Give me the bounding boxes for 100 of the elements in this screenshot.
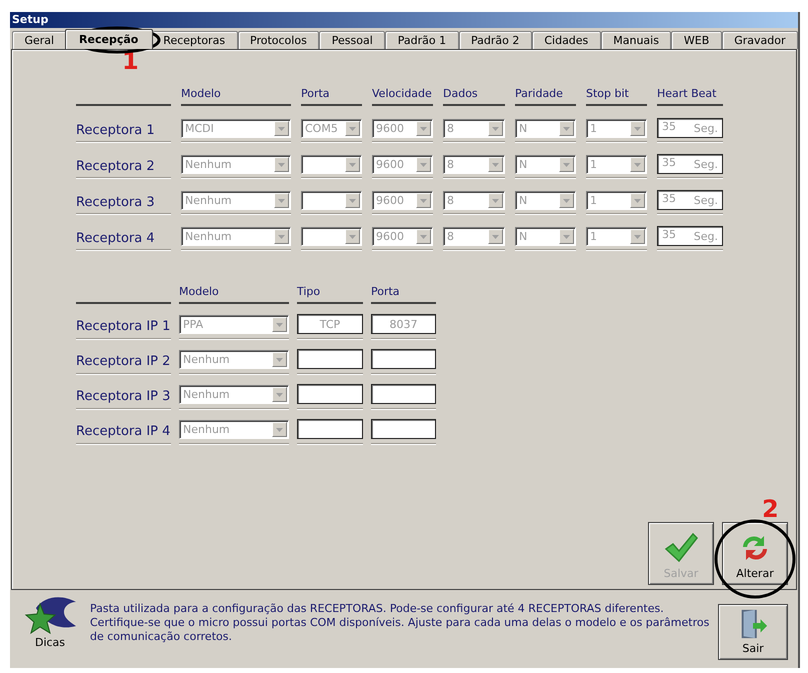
dropdown[interactable]: 1 bbox=[586, 227, 647, 246]
dropdown[interactable]: 9600 bbox=[372, 155, 433, 174]
tab[interactable]: Gravador bbox=[722, 31, 798, 49]
check-icon bbox=[663, 531, 699, 565]
tab[interactable]: Padrão 2 bbox=[458, 31, 532, 49]
caret-icon[interactable] bbox=[274, 121, 289, 136]
caret-icon[interactable] bbox=[416, 229, 431, 244]
caret-icon[interactable] bbox=[416, 157, 431, 172]
column-header: Velocidade bbox=[372, 87, 432, 100]
column-header: Modelo bbox=[181, 87, 221, 100]
caret-icon[interactable] bbox=[630, 121, 645, 136]
dropdown[interactable]: 1 bbox=[586, 155, 647, 174]
caret-icon[interactable] bbox=[274, 229, 289, 244]
star-icon bbox=[22, 596, 78, 636]
dropdown[interactable]: 8 bbox=[443, 119, 505, 138]
caret-icon[interactable] bbox=[488, 229, 503, 244]
caret-icon[interactable] bbox=[345, 193, 360, 208]
dropdown[interactable]: N bbox=[515, 227, 576, 246]
column-header: Stop bit bbox=[586, 87, 629, 100]
caret-icon[interactable] bbox=[274, 157, 289, 172]
change-button[interactable]: Alterar bbox=[722, 522, 788, 585]
tab[interactable]: Padrão 1 bbox=[385, 31, 459, 49]
input-field[interactable]: 8037 bbox=[371, 314, 436, 334]
input-field[interactable] bbox=[297, 349, 363, 369]
dropdown[interactable]: N bbox=[515, 119, 576, 138]
tab[interactable]: Protocolos bbox=[238, 31, 320, 49]
caret-icon[interactable] bbox=[630, 229, 645, 244]
row-label: Receptora IP 2 bbox=[76, 354, 170, 369]
caret-icon[interactable] bbox=[272, 317, 287, 332]
dropdown[interactable]: 9600 bbox=[372, 227, 433, 246]
dropdown[interactable] bbox=[301, 227, 362, 246]
input-field[interactable] bbox=[371, 349, 436, 369]
caret-icon[interactable] bbox=[559, 193, 574, 208]
dropdown[interactable]: 9600 bbox=[372, 119, 433, 138]
caret-icon[interactable] bbox=[272, 352, 287, 367]
input-field[interactable] bbox=[371, 384, 436, 404]
column-header: Tipo bbox=[297, 285, 320, 298]
caret-icon[interactable] bbox=[488, 121, 503, 136]
row-label: Receptora 1 bbox=[76, 123, 155, 138]
tab[interactable]: Recepção bbox=[64, 29, 153, 49]
dropdown[interactable]: 1 bbox=[586, 191, 647, 210]
caret-icon[interactable] bbox=[559, 121, 574, 136]
dropdown[interactable]: Nenhum bbox=[181, 155, 291, 174]
window-title: Setup bbox=[10, 12, 798, 28]
row-label: Receptora IP 1 bbox=[76, 319, 170, 334]
caret-icon[interactable] bbox=[630, 193, 645, 208]
caret-icon[interactable] bbox=[559, 229, 574, 244]
caret-icon[interactable] bbox=[272, 422, 287, 437]
dropdown[interactable]: PPA bbox=[179, 315, 289, 334]
dropdown[interactable] bbox=[301, 155, 362, 174]
heart-beat-field[interactable]: 35 Seg. bbox=[657, 154, 723, 174]
exit-button[interactable]: Sair bbox=[718, 604, 788, 660]
annotation-number: 2 bbox=[762, 497, 779, 521]
dropdown[interactable]: Nenhum bbox=[181, 191, 291, 210]
caret-icon[interactable] bbox=[488, 193, 503, 208]
input-field[interactable]: TCP bbox=[297, 314, 363, 334]
tab[interactable]: Geral bbox=[12, 31, 67, 49]
tab[interactable]: Manuais bbox=[600, 31, 672, 49]
input-field[interactable] bbox=[297, 419, 363, 439]
caret-icon[interactable] bbox=[345, 229, 360, 244]
row-label: Receptora 3 bbox=[76, 195, 155, 210]
tab[interactable]: WEB bbox=[671, 31, 722, 49]
dropdown[interactable] bbox=[301, 191, 362, 210]
row-label: Receptora IP 3 bbox=[76, 389, 170, 404]
input-field[interactable] bbox=[371, 419, 436, 439]
dropdown[interactable]: 9600 bbox=[372, 191, 433, 210]
dropdown[interactable]: N bbox=[515, 155, 576, 174]
heart-beat-field[interactable]: 35 Seg. bbox=[657, 118, 723, 138]
tab[interactable]: Receptoras bbox=[150, 31, 238, 49]
caret-icon[interactable] bbox=[488, 157, 503, 172]
caret-icon[interactable] bbox=[416, 193, 431, 208]
column-header: Modelo bbox=[179, 285, 219, 298]
dropdown[interactable]: 8 bbox=[443, 227, 505, 246]
caret-icon[interactable] bbox=[345, 121, 360, 136]
input-field[interactable] bbox=[297, 384, 363, 404]
tab[interactable]: Cidades bbox=[532, 31, 601, 49]
column-header: Porta bbox=[371, 285, 400, 298]
dropdown[interactable]: Nenhum bbox=[179, 350, 289, 369]
caret-icon[interactable] bbox=[274, 193, 289, 208]
column-header: Heart Beat bbox=[657, 87, 716, 100]
dropdown[interactable]: Nenhum bbox=[179, 420, 289, 439]
caret-icon[interactable] bbox=[630, 157, 645, 172]
dropdown[interactable]: COM5 bbox=[301, 119, 362, 138]
caret-icon[interactable] bbox=[272, 387, 287, 402]
caret-icon[interactable] bbox=[559, 157, 574, 172]
dropdown[interactable]: N bbox=[515, 191, 576, 210]
row-label: Receptora 4 bbox=[76, 231, 155, 246]
column-header: Paridade bbox=[515, 87, 563, 100]
dropdown[interactable]: 8 bbox=[443, 155, 505, 174]
dropdown[interactable]: 1 bbox=[586, 119, 647, 138]
row-label: Receptora IP 4 bbox=[76, 424, 170, 439]
heart-beat-field[interactable]: 35 Seg. bbox=[657, 226, 723, 246]
dropdown[interactable]: MCDI bbox=[181, 119, 291, 138]
dropdown[interactable]: Nenhum bbox=[181, 227, 291, 246]
heart-beat-field[interactable]: 35 Seg. bbox=[657, 190, 723, 210]
tab[interactable]: Pessoal bbox=[319, 31, 386, 49]
dropdown[interactable]: 8 bbox=[443, 191, 505, 210]
caret-icon[interactable] bbox=[345, 157, 360, 172]
dropdown[interactable]: Nenhum bbox=[179, 385, 289, 404]
caret-icon[interactable] bbox=[416, 121, 431, 136]
